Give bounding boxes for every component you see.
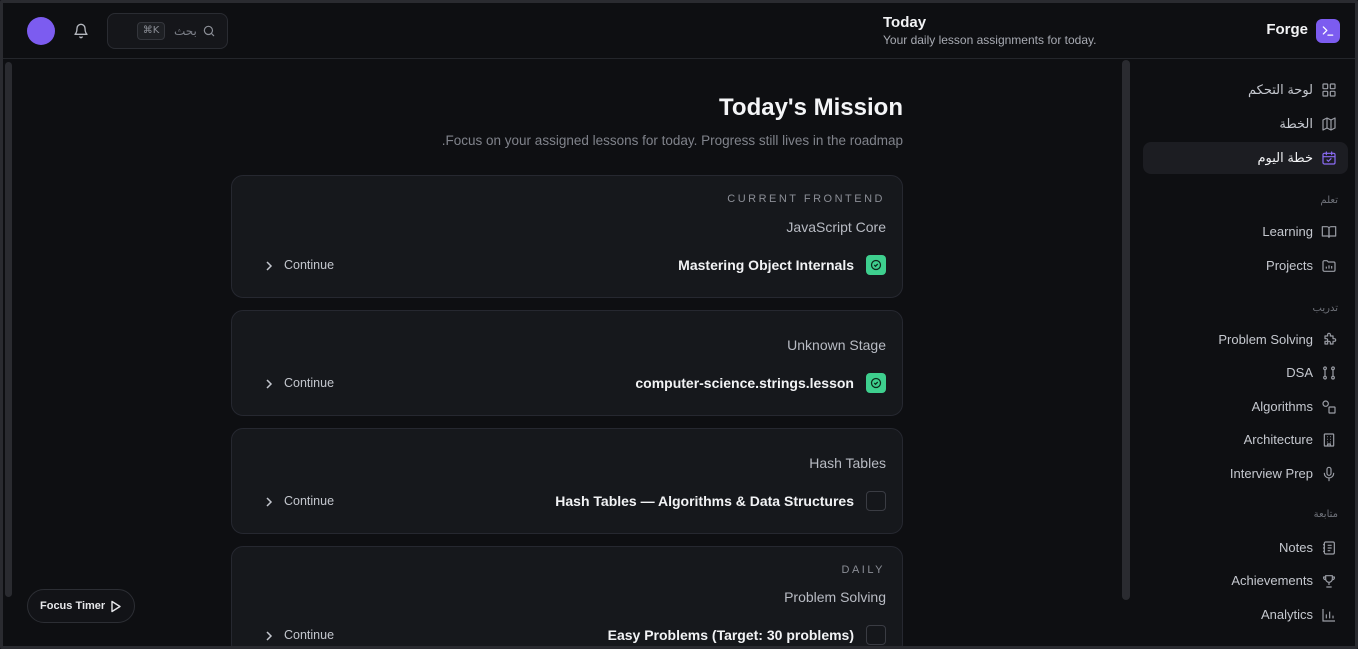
sidebar-item-label: Learning — [1262, 224, 1313, 239]
play-icon — [110, 600, 122, 618]
check-circle-icon[interactable] — [866, 255, 886, 275]
lesson-card: Unknown Stage computer-science.strings.l… — [231, 310, 903, 416]
chevron-right-icon[interactable] — [264, 260, 274, 272]
sidebar: لوحة التحكم الخطة خطة اليوم تعلم Learnin… — [1143, 60, 1358, 649]
section-label-practice: تدريب — [1312, 303, 1338, 314]
sidebar-item-today[interactable]: خطة اليوم — [1143, 142, 1348, 174]
bar-chart-icon — [1322, 609, 1335, 622]
sidebar-item-label: Architecture — [1243, 432, 1313, 447]
card-tag: CURRENT FRONTEND — [727, 193, 885, 205]
notebook-icon — [1323, 541, 1335, 555]
continue-button[interactable]: Continue — [284, 494, 334, 508]
left-scrollbar[interactable] — [5, 62, 12, 597]
mission-title: Today's Mission — [719, 94, 903, 121]
card-lesson-title[interactable]: Easy Problems (Target: 30 problems) — [608, 627, 854, 643]
sidebar-item-label: Analytics — [1260, 607, 1313, 622]
check-circle-icon[interactable] — [866, 373, 886, 393]
card-stage: Hash Tables — [809, 455, 886, 471]
chevron-right-icon[interactable] — [264, 630, 274, 642]
sidebar-item-plan[interactable]: الخطة — [1143, 108, 1348, 140]
lesson-card: Hash Tables Hash Tables — Algorithms & D… — [231, 428, 903, 534]
search-input[interactable]: ⌘K بحث — [107, 13, 228, 49]
sidebar-item-interview-prep[interactable]: Interview Prep — [1143, 458, 1348, 490]
focus-timer-button[interactable]: Focus Timer — [27, 589, 135, 623]
page-title: Today — [883, 14, 927, 31]
checkbox[interactable] — [866, 491, 886, 511]
mission-subtitle: Focus on your assigned lessons for today… — [441, 133, 903, 148]
checkbox[interactable] — [866, 625, 886, 645]
top-header: ⌘K بحث Today Your daily lesson assignmen… — [0, 0, 1358, 59]
card-lesson-title[interactable]: computer-science.strings.lesson — [635, 375, 854, 391]
card-tag: DAILY — [841, 564, 885, 576]
map-icon — [1322, 117, 1336, 131]
card-stage: Unknown Stage — [787, 337, 886, 353]
card-stage: Problem Solving — [784, 589, 886, 605]
sidebar-item-label: Algorithms — [1251, 399, 1313, 414]
sidebar-item-label: خطة اليوم — [1257, 150, 1313, 165]
sidebar-item-learning[interactable]: Learning — [1143, 216, 1348, 248]
section-label-follow: متابعة — [1313, 509, 1338, 520]
chevron-right-icon[interactable] — [264, 378, 274, 390]
sidebar-item-label: Projects — [1266, 258, 1313, 273]
lesson-card: CURRENT FRONTEND JavaScript Core Masteri… — [231, 175, 903, 298]
terminal-icon — [1316, 19, 1340, 43]
shapes-icon — [1322, 400, 1336, 414]
lesson-card: DAILY Problem Solving Easy Problems (Tar… — [231, 546, 903, 649]
folder-icon — [1322, 260, 1336, 272]
sidebar-item-label: لوحة التحكم — [1247, 82, 1313, 97]
trophy-icon — [1322, 575, 1336, 588]
sidebar-item-analytics[interactable]: Analytics — [1143, 599, 1348, 631]
focus-timer-label: Focus Timer — [40, 600, 106, 612]
sidebar-item-achievements[interactable]: Achievements — [1143, 565, 1348, 597]
card-stage: JavaScript Core — [786, 219, 886, 235]
sidebar-item-label: Interview Prep — [1229, 466, 1313, 481]
book-icon — [1321, 226, 1337, 238]
continue-button[interactable]: Continue — [284, 258, 334, 272]
search-placeholder: بحث — [174, 24, 197, 38]
bell-icon[interactable] — [72, 22, 90, 40]
grid-icon — [1322, 83, 1336, 97]
nodes-icon — [1323, 366, 1335, 380]
section-label-learn: تعلم — [1320, 195, 1338, 206]
calendar-check-icon — [1322, 151, 1336, 165]
sidebar-item-notes[interactable]: Notes — [1143, 532, 1348, 564]
sidebar-item-label: Problem Solving — [1218, 332, 1313, 347]
sidebar-item-label: DSA — [1286, 365, 1313, 380]
page-subtitle: Your daily lesson assignments for today. — [883, 33, 1097, 47]
mic-icon — [1323, 466, 1335, 482]
search-icon — [202, 24, 216, 43]
sidebar-item-label: Achievements — [1231, 573, 1313, 588]
sidebar-item-architecture[interactable]: Architecture — [1143, 424, 1348, 456]
sidebar-item-label: Notes — [1279, 540, 1313, 555]
continue-button[interactable]: Continue — [284, 376, 334, 390]
sidebar-item-projects[interactable]: Projects — [1143, 250, 1348, 282]
puzzle-icon — [1324, 332, 1337, 345]
sidebar-item-label: الخطة — [1279, 116, 1313, 131]
brand-name: Forge — [1266, 21, 1308, 38]
sidebar-item-algorithms[interactable]: Algorithms — [1143, 391, 1348, 423]
chevron-right-icon[interactable] — [264, 496, 274, 508]
card-lesson-title[interactable]: Hash Tables — Algorithms & Data Structur… — [555, 493, 854, 509]
sidebar-item-problem-solving[interactable]: Problem Solving — [1143, 324, 1348, 356]
continue-button[interactable]: Continue — [284, 628, 334, 642]
building-icon — [1323, 433, 1335, 447]
search-shortcut: ⌘K — [137, 22, 165, 40]
main-scrollbar[interactable] — [1122, 60, 1130, 600]
avatar[interactable] — [27, 17, 55, 45]
sidebar-item-dsa[interactable]: DSA — [1143, 357, 1348, 389]
card-lesson-title[interactable]: Mastering Object Internals — [678, 257, 854, 273]
sidebar-item-dashboard[interactable]: لوحة التحكم — [1143, 74, 1348, 106]
